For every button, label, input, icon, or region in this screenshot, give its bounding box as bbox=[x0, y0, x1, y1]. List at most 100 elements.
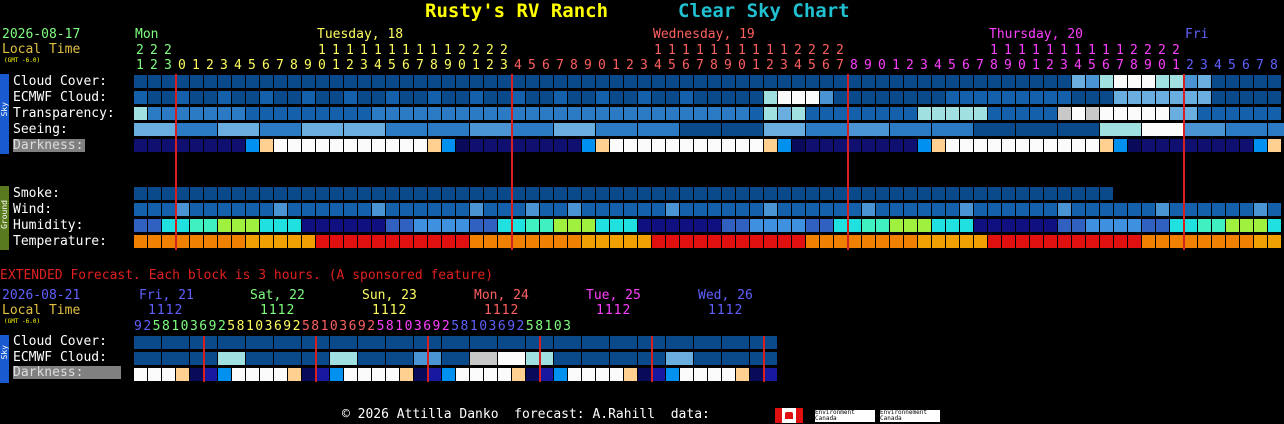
darkness-block[interactable] bbox=[176, 139, 189, 152]
temperature-block[interactable] bbox=[610, 235, 623, 248]
wind-block[interactable] bbox=[610, 203, 623, 216]
extended-darkness-block[interactable] bbox=[680, 368, 693, 381]
ecmwf-cloud-block[interactable] bbox=[1002, 91, 1015, 104]
temperature-block[interactable] bbox=[1114, 235, 1127, 248]
temperature-block[interactable] bbox=[862, 235, 875, 248]
transparency-block[interactable] bbox=[918, 107, 931, 120]
temperature-block[interactable] bbox=[470, 235, 483, 248]
cloud-cover-block[interactable] bbox=[1170, 75, 1183, 88]
ext-row-label-ecmwf-cloud[interactable]: ECMWF Cloud: bbox=[13, 351, 107, 364]
temperature-block[interactable] bbox=[400, 235, 413, 248]
smoke-block[interactable] bbox=[456, 187, 469, 200]
temperature-block[interactable] bbox=[1198, 235, 1211, 248]
cloud-cover-block[interactable] bbox=[1058, 75, 1071, 88]
cloud-cover-block[interactable] bbox=[176, 75, 189, 88]
ecmwf-cloud-block[interactable] bbox=[1198, 91, 1211, 104]
smoke-block[interactable] bbox=[596, 187, 609, 200]
transparency-block[interactable] bbox=[666, 107, 679, 120]
humidity-block[interactable] bbox=[498, 219, 511, 232]
temperature-block[interactable] bbox=[1100, 235, 1113, 248]
transparency-block[interactable] bbox=[946, 107, 959, 120]
extended-ecmwf-cloud-block[interactable] bbox=[162, 352, 189, 365]
darkness-block[interactable] bbox=[386, 139, 399, 152]
transparency-block[interactable] bbox=[554, 107, 567, 120]
smoke-block[interactable] bbox=[988, 187, 1001, 200]
extended-darkness-block[interactable] bbox=[512, 368, 525, 381]
humidity-block[interactable] bbox=[1002, 219, 1015, 232]
transparency-block[interactable] bbox=[568, 107, 581, 120]
smoke-block[interactable] bbox=[806, 187, 819, 200]
ecmwf-cloud-block[interactable] bbox=[386, 91, 399, 104]
smoke-block[interactable] bbox=[652, 187, 665, 200]
darkness-block[interactable] bbox=[162, 139, 175, 152]
humidity-block[interactable] bbox=[302, 219, 315, 232]
transparency-block[interactable] bbox=[1100, 107, 1113, 120]
temperature-block[interactable] bbox=[764, 235, 777, 248]
smoke-block[interactable] bbox=[428, 187, 441, 200]
transparency-block[interactable] bbox=[1142, 107, 1155, 120]
humidity-block[interactable] bbox=[1030, 219, 1043, 232]
ecmwf-cloud-block[interactable] bbox=[1184, 91, 1197, 104]
temperature-block[interactable] bbox=[1170, 235, 1183, 248]
seeing-block[interactable] bbox=[638, 123, 679, 136]
cloud-cover-block[interactable] bbox=[722, 75, 735, 88]
wind-block[interactable] bbox=[344, 203, 357, 216]
temperature-block[interactable] bbox=[1142, 235, 1155, 248]
wind-block[interactable] bbox=[764, 203, 777, 216]
temperature-block[interactable] bbox=[512, 235, 525, 248]
transparency-block[interactable] bbox=[862, 107, 875, 120]
darkness-block[interactable] bbox=[148, 139, 161, 152]
extended-darkness-block[interactable] bbox=[736, 368, 749, 381]
cloud-cover-block[interactable] bbox=[890, 75, 903, 88]
extended-ecmwf-cloud-block[interactable] bbox=[694, 352, 721, 365]
wind-block[interactable] bbox=[1044, 203, 1057, 216]
humidity-block[interactable] bbox=[1170, 219, 1183, 232]
smoke-block[interactable] bbox=[904, 187, 917, 200]
temperature-block[interactable] bbox=[1072, 235, 1085, 248]
darkness-block[interactable] bbox=[1072, 139, 1085, 152]
ecmwf-cloud-block[interactable] bbox=[232, 91, 245, 104]
ecmwf-cloud-block[interactable] bbox=[1114, 91, 1127, 104]
wind-block[interactable] bbox=[428, 203, 441, 216]
smoke-block[interactable] bbox=[932, 187, 945, 200]
cloud-cover-block[interactable] bbox=[904, 75, 917, 88]
temperature-block[interactable] bbox=[442, 235, 455, 248]
transparency-block[interactable] bbox=[302, 107, 315, 120]
ecmwf-cloud-block[interactable] bbox=[1142, 91, 1155, 104]
seeing-block[interactable] bbox=[260, 123, 301, 136]
extended-darkness-block[interactable] bbox=[442, 368, 455, 381]
humidity-block[interactable] bbox=[918, 219, 931, 232]
smoke-block[interactable] bbox=[204, 187, 217, 200]
temperature-block[interactable] bbox=[1086, 235, 1099, 248]
cloud-cover-block[interactable] bbox=[820, 75, 833, 88]
humidity-block[interactable] bbox=[834, 219, 847, 232]
extended-darkness-block[interactable] bbox=[204, 368, 217, 381]
smoke-block[interactable] bbox=[974, 187, 987, 200]
wind-block[interactable] bbox=[862, 203, 875, 216]
extended-darkness-block[interactable] bbox=[666, 368, 679, 381]
transparency-block[interactable] bbox=[694, 107, 707, 120]
humidity-block[interactable] bbox=[848, 219, 861, 232]
wind-block[interactable] bbox=[666, 203, 679, 216]
temperature-block[interactable] bbox=[988, 235, 1001, 248]
cloud-cover-block[interactable] bbox=[470, 75, 483, 88]
humidity-block[interactable] bbox=[946, 219, 959, 232]
wind-block[interactable] bbox=[876, 203, 889, 216]
temperature-block[interactable] bbox=[806, 235, 819, 248]
smoke-block[interactable] bbox=[484, 187, 497, 200]
transparency-block[interactable] bbox=[372, 107, 385, 120]
darkness-block[interactable] bbox=[680, 139, 693, 152]
cloud-cover-block[interactable] bbox=[750, 75, 763, 88]
ecmwf-cloud-block[interactable] bbox=[792, 91, 805, 104]
extended-darkness-block[interactable] bbox=[526, 368, 539, 381]
cloud-cover-block[interactable] bbox=[414, 75, 427, 88]
smoke-block[interactable] bbox=[918, 187, 931, 200]
ecmwf-cloud-block[interactable] bbox=[1072, 91, 1085, 104]
wind-block[interactable] bbox=[1072, 203, 1085, 216]
transparency-block[interactable] bbox=[890, 107, 903, 120]
wind-block[interactable] bbox=[792, 203, 805, 216]
transparency-block[interactable] bbox=[1086, 107, 1099, 120]
humidity-block[interactable] bbox=[162, 219, 175, 232]
darkness-block[interactable] bbox=[1212, 139, 1225, 152]
humidity-block[interactable] bbox=[260, 219, 273, 232]
